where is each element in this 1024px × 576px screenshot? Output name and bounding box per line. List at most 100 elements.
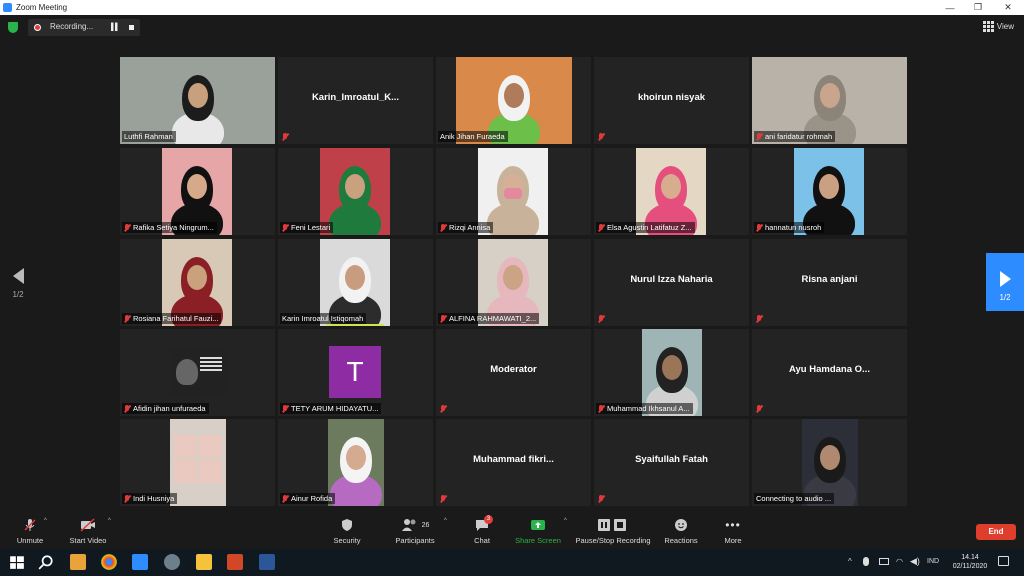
- app-icon-5[interactable]: [164, 554, 180, 570]
- participant-tile[interactable]: ALFINA RAHMAWATI_2...: [436, 239, 591, 326]
- participant-display-name: Karin_Imroatul_K...: [311, 92, 400, 103]
- participant-name: Ainur Rofida: [291, 494, 333, 503]
- participant-name-bar: Anik Jihan Furaeda: [438, 131, 508, 142]
- participant-name-bar: Muhammad Ikhsanul A...: [596, 403, 693, 414]
- participant-tile[interactable]: Muhammad fikri...: [436, 419, 591, 506]
- wifi-icon[interactable]: ◠: [896, 557, 903, 566]
- participant-name: Feni Lestari: [291, 223, 331, 232]
- start-video-button[interactable]: ^ Start Video: [66, 518, 111, 545]
- maximize-button[interactable]: ❐: [963, 0, 993, 15]
- chat-label: Chat: [474, 536, 490, 545]
- battery-icon[interactable]: [879, 558, 889, 565]
- participant-name: TETY ARUM HIDAYATU...: [291, 404, 379, 413]
- taskbar-clock[interactable]: 14.14 02/11/2020: [947, 553, 993, 571]
- participant-tile[interactable]: Karin Imroatul Istiqomah: [278, 239, 433, 326]
- previous-page-button[interactable]: 1/2: [6, 268, 30, 308]
- participant-name-bar: Luthfi Rahman: [122, 131, 176, 142]
- muted-mic-icon: [124, 314, 130, 323]
- participant-tile[interactable]: khoirun nisyak: [594, 57, 749, 144]
- reactions-label: Reactions: [664, 536, 698, 545]
- participant-name-bar: Indi Husniya: [122, 493, 178, 504]
- muted-mic-icon: [124, 494, 130, 503]
- minimize-button[interactable]: —: [935, 0, 965, 15]
- participant-tile[interactable]: Syaifullah Fatah: [594, 419, 749, 506]
- share-options-caret-icon[interactable]: ^: [564, 518, 567, 524]
- participant-tile[interactable]: Risna anjani: [752, 239, 907, 326]
- participant-tile[interactable]: Luthfi Rahman: [120, 57, 275, 144]
- participant-name-bar: Rizqi Annisa: [438, 222, 494, 233]
- muted-mic-icon: [598, 404, 604, 413]
- volume-icon[interactable]: ◀): [910, 556, 920, 567]
- audio-options-caret-icon[interactable]: ^: [44, 518, 47, 524]
- participant-tile[interactable]: Rizqi Annisa: [436, 148, 591, 235]
- next-page-button[interactable]: 1/2: [986, 253, 1024, 311]
- folder-app-icon[interactable]: [196, 554, 212, 570]
- muted-mic-icon: [598, 495, 604, 503]
- encryption-shield-icon[interactable]: [8, 22, 18, 33]
- more-button[interactable]: ••• More: [718, 518, 748, 545]
- participant-name: Indi Husniya: [133, 494, 175, 503]
- clock-time: 14.14: [961, 554, 979, 561]
- participant-tile[interactable]: Anik Jihan Furaeda: [436, 57, 591, 144]
- grid-view-icon: [982, 21, 994, 32]
- record-dot-icon: [34, 24, 41, 31]
- participant-tile[interactable]: Nurul Izza Naharia: [594, 239, 749, 326]
- window-title: Zoom Meeting: [16, 3, 68, 12]
- participant-tile[interactable]: Karin_Imroatul_K...: [278, 57, 433, 144]
- chat-button[interactable]: 3 Chat: [470, 515, 494, 545]
- participant-tile[interactable]: Rosiana Farihatul Fauzi...: [120, 239, 275, 326]
- participant-tile[interactable]: Ainur Rofida: [278, 419, 433, 506]
- reactions-button[interactable]: Reactions: [662, 518, 700, 545]
- unmute-label: Unmute: [16, 536, 44, 545]
- powerpoint-app-icon[interactable]: [227, 554, 243, 570]
- search-icon[interactable]: [38, 554, 54, 570]
- file-explorer-app-icon[interactable]: [70, 554, 86, 570]
- muted-mic-icon: [756, 132, 762, 141]
- close-button[interactable]: ✕: [993, 0, 1023, 15]
- participant-tile[interactable]: Indi Husniya: [120, 419, 275, 506]
- participant-display-name: Moderator: [490, 364, 537, 375]
- video-options-caret-icon[interactable]: ^: [108, 518, 111, 524]
- end-meeting-button[interactable]: End: [976, 524, 1016, 540]
- unmute-button[interactable]: ^ Unmute: [12, 518, 48, 545]
- share-screen-label: Share Screen: [515, 536, 561, 545]
- view-button[interactable]: View: [982, 21, 1014, 32]
- muted-mic-icon: [124, 223, 130, 232]
- participant-display-name: Muhammad fikri...: [473, 454, 554, 465]
- notifications-icon[interactable]: [998, 556, 1009, 566]
- participant-tile[interactable]: Afidin jihan unfuraeda: [120, 329, 275, 416]
- participant-tile[interactable]: Connecting to audio ...: [752, 419, 907, 506]
- participant-tile[interactable]: Rafika Setiya Ningrum...: [120, 148, 275, 235]
- participant-tile[interactable]: Feni Lestari: [278, 148, 433, 235]
- input-language[interactable]: IND: [927, 558, 939, 565]
- participant-tile[interactable]: Muhammad Ikhsanul A...: [594, 329, 749, 416]
- participants-caret-icon[interactable]: ^: [444, 518, 447, 524]
- security-button[interactable]: Security: [330, 518, 364, 545]
- windows-start-icon[interactable]: [9, 554, 25, 570]
- microphone-tray-icon[interactable]: [863, 557, 869, 566]
- title-bar: Zoom Meeting — ❐ ✕: [0, 0, 1024, 15]
- participant-tile[interactable]: ani faridatur rohmah: [752, 57, 907, 144]
- participant-tile[interactable]: Ayu Hamdana O...: [752, 329, 907, 416]
- participant-name-bar: Ainur Rofida: [280, 493, 336, 504]
- zoom-taskbar-icon[interactable]: [132, 554, 148, 570]
- participant-tile[interactable]: Elsa Agustin Latifatuz Z...: [594, 148, 749, 235]
- chrome-app-icon[interactable]: [101, 554, 117, 570]
- participant-tile[interactable]: Moderator: [436, 329, 591, 416]
- stop-recording-icon[interactable]: [129, 25, 134, 30]
- view-label: View: [996, 22, 1014, 31]
- participant-name: Rafika Setiya Ningrum...: [133, 223, 214, 232]
- participant-name-bar: TETY ARUM HIDAYATU...: [280, 403, 382, 414]
- participant-tile[interactable]: T TETY ARUM HIDAYATU...: [278, 329, 433, 416]
- participants-button[interactable]: 26 ^ Participants: [392, 518, 446, 545]
- page-indicator-right: 1/2: [999, 293, 1011, 302]
- show-hidden-icons-icon[interactable]: ^: [848, 557, 852, 566]
- word-app-icon[interactable]: [259, 554, 275, 570]
- pause-stop-recording-button[interactable]: Pause/Stop Recording: [572, 518, 654, 545]
- pause-recording-icon[interactable]: ▌▌: [111, 24, 120, 31]
- muted-mic-icon: [756, 223, 762, 232]
- video-off-icon: ^: [66, 518, 111, 532]
- share-screen-button[interactable]: ^ Share Screen: [514, 518, 567, 545]
- pause-stop-icon: [572, 518, 654, 532]
- participant-tile[interactable]: hannatun nusroh: [752, 148, 907, 235]
